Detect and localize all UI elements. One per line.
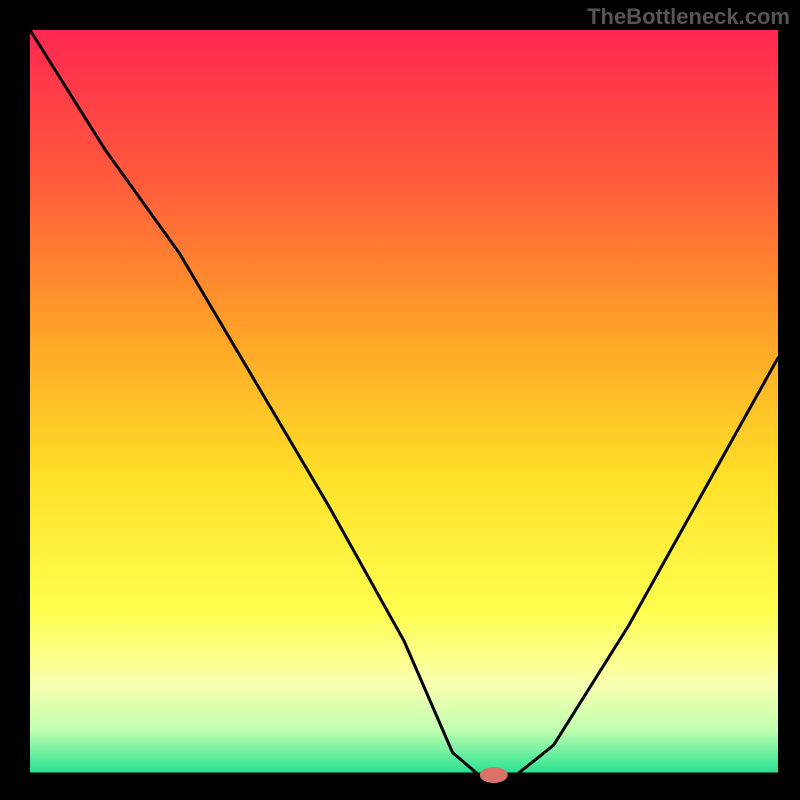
chart-background (30, 30, 778, 775)
optimal-point-marker (480, 767, 508, 783)
watermark-text: TheBottleneck.com (587, 4, 790, 30)
bottleneck-chart (0, 0, 800, 800)
chart-container: TheBottleneck.com (0, 0, 800, 800)
